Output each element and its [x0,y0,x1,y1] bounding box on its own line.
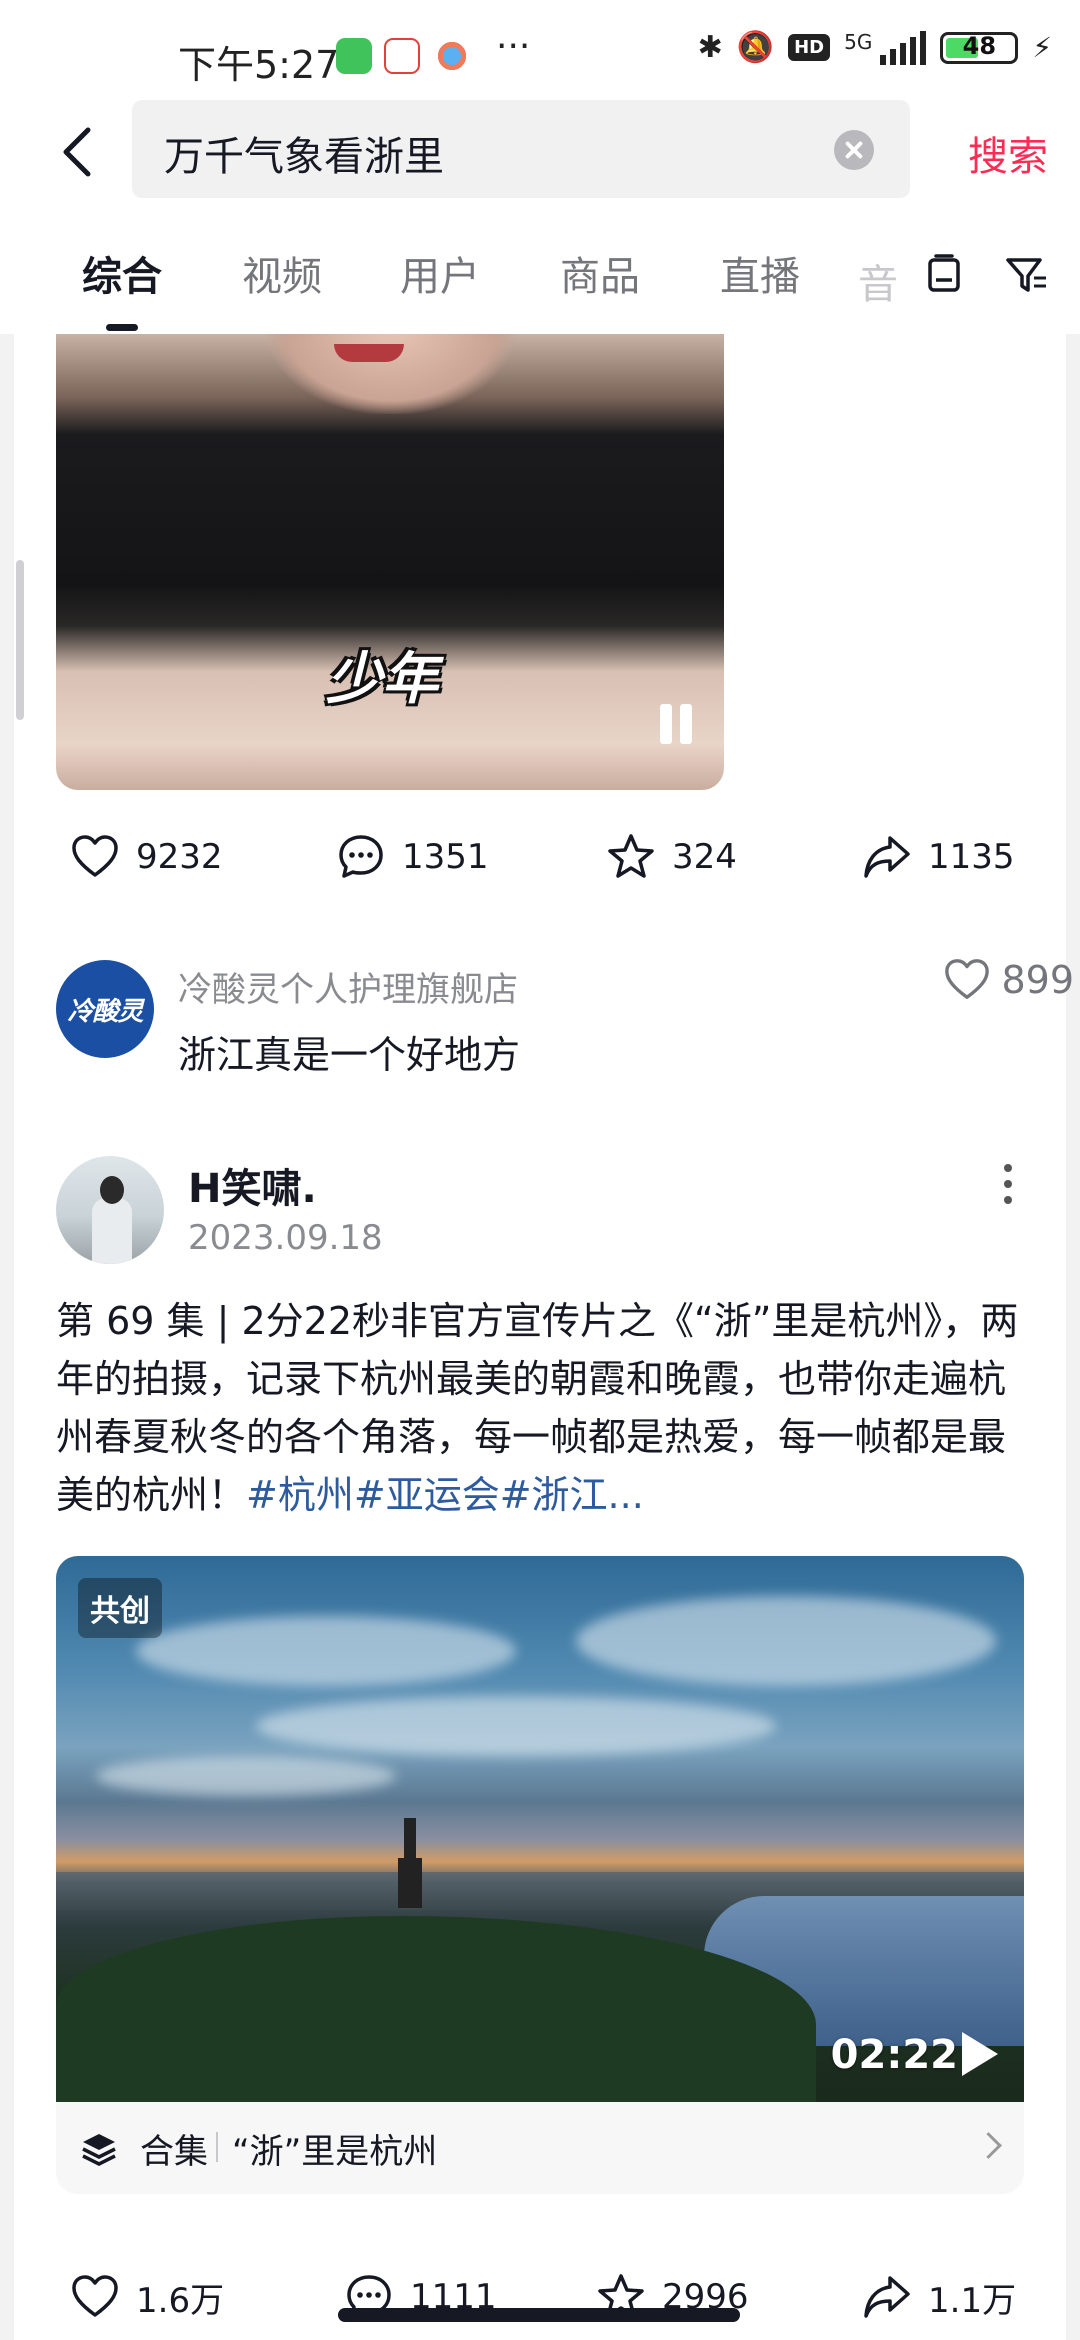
tab-users[interactable]: 用户 [400,244,480,302]
post1-actions: 9232 1351 324 1135 [14,832,1066,902]
battery-level: 48 [962,31,997,60]
heart-icon [945,959,990,999]
comment-button[interactable]: 1351 [336,832,489,882]
post-description[interactable]: 第 69 集 | 2分22秒非官方宣传片之《“浙”里是杭州》，两年的拍摄，记录下… [56,1292,1026,1524]
back-arrow-icon[interactable] [50,122,110,182]
like-count: 9232 [136,837,223,877]
like-button[interactable]: 9232 [70,832,223,882]
comment-like-count: 899 [1001,958,1074,1002]
share-count: 1135 [928,837,1015,877]
share-arrow-icon [864,2276,910,2318]
scrollbar[interactable] [16,560,24,720]
commenter-avatar[interactable]: 冷酸灵 [56,960,154,1058]
collection-bar[interactable]: 合集 “浙”里是杭州 [56,2102,1024,2194]
forest-hill [56,1916,816,2102]
more-notifications-icon: ··· [496,26,531,67]
commenter-name[interactable]: 冷酸灵个人护理旗舰店 [178,962,518,1011]
network-label: 5G [844,30,873,54]
home-indicator[interactable] [338,2308,740,2322]
search-results[interactable]: 少年 9232 1351 324 1135 冷酸灵 冷酸灵个人护理旗舰店 浙江真… [0,334,1080,2340]
wechat-notification-icon [336,38,372,74]
star-icon [608,834,654,878]
play-icon[interactable] [962,2032,998,2076]
layers-icon [82,2134,116,2166]
post-date: 2023.09.18 [188,1218,383,1258]
like-button[interactable]: 1.6万 [70,2272,224,2322]
heart-icon [72,2275,118,2317]
comment-count: 1351 [402,837,489,877]
clear-search-icon[interactable] [834,130,874,170]
pagoda [398,1818,422,1908]
clipboard-icon[interactable] [922,252,966,296]
bluetooth-icon: ✱ [697,30,723,65]
status-right: ✱ 🔕 HD 5G 48 ⚡ [698,30,1052,65]
signal-icon [880,30,927,65]
tab-live[interactable]: 直播 [720,244,800,302]
collection-title: “浙”里是杭州 [232,2132,438,2172]
tab-video[interactable]: 视频 [242,244,322,302]
chevron-right-icon [975,2132,1002,2159]
filter-icon[interactable] [1004,252,1048,296]
heart-icon [72,835,118,877]
status-time: 下午5:27 [178,43,340,87]
search-header: 万千气象看浙里 搜索 [0,100,1080,212]
tab-music[interactable]: 音 [858,252,904,310]
favorite-count: 324 [672,837,737,877]
result-card-2: H笑啸. 2023.09.18 第 69 集 | 2分22秒非官方宣传片之《“浙… [14,1108,1066,2340]
divider [216,2132,218,2162]
top-comment[interactable]: 冷酸灵 冷酸灵个人护理旗舰店 浙江真是一个好地方 899 [56,958,1074,1100]
status-bar: 下午5:27 ··· ✱ 🔕 HD 5G 48 ⚡ [0,0,1080,100]
tab-all[interactable]: 综合 [82,244,162,302]
search-button[interactable]: 搜索 [968,124,1048,182]
co-creation-badge: 共创 [78,1578,162,1638]
share-arrow-icon [864,836,910,878]
like-count: 1.6万 [136,2280,225,2321]
author-avatar[interactable] [56,1156,164,1264]
cloud-notification-icon [434,38,470,74]
result-tabs: 综合 视频 用户 商品 直播 音 [0,212,1080,334]
active-tab-indicator [106,324,138,331]
favorite-button[interactable]: 324 [606,832,737,882]
post2-actions: 1.6万 1111 2996 1.1万 [14,2272,1066,2340]
search-query: 万千气象看浙里 [164,134,444,180]
comment-text: 浙江真是一个好地方 [178,1033,521,1077]
video-smile [334,344,404,362]
author-name[interactable]: H笑啸. [188,1156,317,1214]
video-overlay-text: 少年 [326,646,438,712]
more-options-icon[interactable] [1004,1164,1014,1208]
hashtags[interactable]: #杭州#亚运会#浙江... [246,1473,644,1517]
share-button[interactable]: 1.1万 [862,2272,1016,2322]
video-thumbnail-1[interactable]: 少年 [56,334,724,790]
share-button[interactable]: 1135 [862,832,1015,882]
comment-icon [339,835,383,878]
hd-icon: HD [788,34,831,61]
mute-icon: 🔕 [736,30,775,65]
comment-like-button[interactable]: 899 [943,956,1074,1004]
tab-products[interactable]: 商品 [560,244,640,302]
charging-icon: ⚡ [1032,31,1052,64]
collection-label: 合集 [140,2132,208,2172]
pause-icon[interactable] [656,704,696,744]
battery-icon: 48 [940,31,1019,64]
share-count: 1.1万 [928,2280,1017,2321]
app-58-notification-icon [384,38,420,74]
video-thumbnail-2[interactable]: 共创 02:22 [56,1556,1024,2102]
video-duration: 02:22 [830,2032,958,2078]
search-input[interactable]: 万千气象看浙里 [132,100,910,198]
